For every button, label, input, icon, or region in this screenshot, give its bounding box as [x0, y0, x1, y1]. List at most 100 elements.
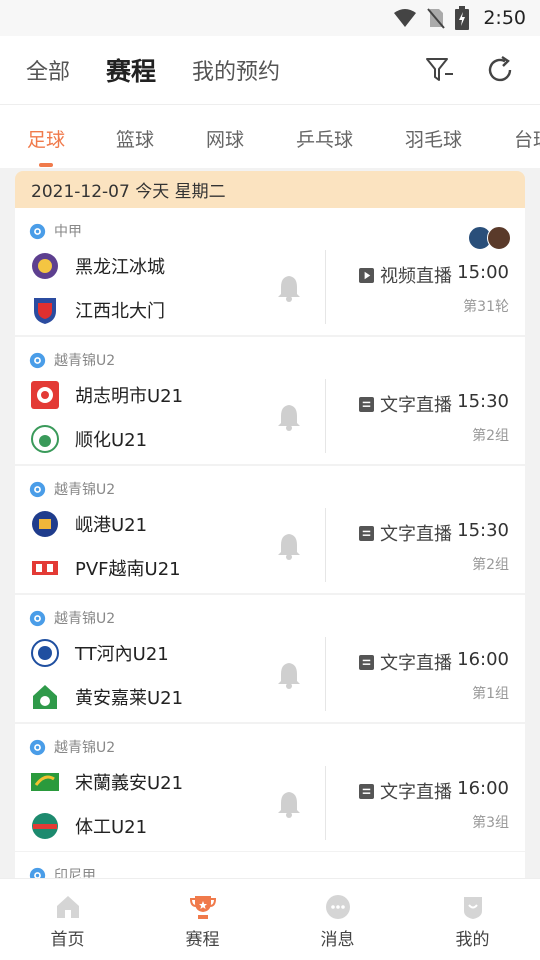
- round-label: 第31轮: [463, 299, 509, 315]
- bottom-nav: 首页 赛程 消息 我的: [0, 878, 540, 960]
- kickoff-time: 15:30: [457, 391, 509, 412]
- divider: [325, 250, 326, 324]
- bell-icon[interactable]: [277, 532, 301, 560]
- play-icon: [359, 267, 374, 283]
- team-logo: [29, 250, 61, 282]
- away-team: 黄安嘉莱U21: [29, 681, 183, 713]
- tab-table-tennis[interactable]: 乒乓球: [296, 125, 353, 152]
- bell-icon[interactable]: [277, 403, 301, 431]
- team-name: 岘港U21: [75, 515, 148, 536]
- nav-messages[interactable]: 消息: [270, 879, 405, 960]
- nav-profile[interactable]: 我的: [405, 879, 540, 960]
- football-icon: [29, 610, 46, 626]
- kickoff-time: 15:30: [457, 520, 509, 541]
- round-label: 第3组: [472, 815, 509, 831]
- team-logo: [29, 637, 61, 669]
- tab-tennis[interactable]: 网球: [206, 125, 244, 152]
- team-logo: [29, 552, 61, 584]
- team-name: 宋蘭義安U21: [75, 773, 184, 794]
- message-icon: [325, 895, 350, 919]
- match-card[interactable]: 越青锦U2 胡志明市U21 顺化U21 文字直播 15:30 第2组: [15, 337, 525, 464]
- nav-profile-label: 我的: [455, 930, 490, 950]
- filter-icon: [426, 58, 453, 81]
- kickoff-time: 16:00: [457, 649, 509, 670]
- league-name: 越青锦U2: [54, 611, 116, 627]
- tab-football[interactable]: 足球: [27, 125, 65, 152]
- match-card[interactable]: 越青锦U2 岘港U21 PVF越南U21 文字直播 15:30 第2组: [15, 466, 525, 593]
- bell-icon[interactable]: [277, 274, 301, 302]
- filter-button[interactable]: [424, 54, 456, 86]
- home-team: 黑龙江冰城: [29, 250, 165, 282]
- profile-icon: [463, 897, 482, 919]
- league-name: 越青锦U2: [54, 482, 116, 498]
- team-name: 黑龙江冰城: [75, 257, 165, 278]
- match-card[interactable]: 越青锦U2 宋蘭義安U21 体工U21 文字直播 16:00 第3组: [15, 724, 525, 851]
- live-type-label: 文字直播: [380, 653, 452, 674]
- home-icon: [56, 896, 79, 918]
- live-button[interactable]: 文字直播: [359, 649, 452, 675]
- league-label: 越青锦U2: [29, 350, 115, 370]
- tab-billiards[interactable]: 台球: [514, 125, 540, 152]
- match-card[interactable]: 中甲 黑龙江冰城 江西北大门 视频直播 15:00 第31轮: [15, 208, 525, 335]
- team-logo: [29, 379, 61, 411]
- refresh-button[interactable]: [484, 54, 516, 86]
- live-button[interactable]: 文字直播: [359, 391, 452, 417]
- no-sim-icon: [427, 8, 446, 29]
- team-name: PVF越南U21: [75, 559, 181, 580]
- nav-home[interactable]: 首页: [0, 879, 135, 960]
- team-logo: [29, 294, 61, 326]
- team-name: TT河內U21: [75, 644, 169, 665]
- live-type-label: 视频直播: [380, 266, 452, 287]
- tab-basketball[interactable]: 篮球: [116, 125, 154, 152]
- team-name: 顺化U21: [75, 430, 148, 451]
- match-card[interactable]: 越青锦U2 TT河內U21 黄安嘉莱U21 文字直播 16:00 第1组: [15, 595, 525, 722]
- live-type-label: 文字直播: [380, 524, 452, 545]
- live-type-label: 文字直播: [380, 782, 452, 803]
- team-logo: [29, 681, 61, 713]
- text-live-icon: [359, 525, 374, 541]
- date-header: 2021-12-07 今天 星期二: [15, 171, 525, 208]
- divider: [325, 766, 326, 840]
- text-live-icon: [359, 396, 374, 412]
- tab-my-reservations[interactable]: 我的预约: [192, 54, 280, 86]
- team-name: 江西北大门: [75, 301, 165, 322]
- divider: [325, 637, 326, 711]
- home-team: 岘港U21: [29, 508, 147, 540]
- live-button[interactable]: 文字直播: [359, 778, 452, 804]
- league-name: 中甲: [54, 224, 82, 240]
- football-icon: [29, 223, 46, 239]
- tab-all[interactable]: 全部: [26, 54, 70, 86]
- away-team: 江西北大门: [29, 294, 165, 326]
- nav-home-label: 首页: [50, 930, 85, 950]
- active-tab-indicator: [39, 163, 53, 167]
- team-name: 体工U21: [75, 817, 148, 838]
- round-label: 第2组: [472, 428, 509, 444]
- tab-badminton[interactable]: 羽毛球: [405, 125, 462, 152]
- league-label: 越青锦U2: [29, 737, 115, 757]
- kickoff-time: 15:00: [457, 262, 509, 283]
- league-label: 越青锦U2: [29, 479, 115, 499]
- home-team: TT河內U21: [29, 637, 169, 669]
- streamer-avatars: [468, 226, 511, 250]
- bell-icon[interactable]: [277, 661, 301, 689]
- team-logo: [29, 766, 61, 798]
- tab-schedule[interactable]: 赛程: [106, 52, 156, 88]
- nav-messages-label: 消息: [320, 930, 355, 950]
- text-live-icon: [359, 783, 374, 799]
- league-name: 越青锦U2: [54, 740, 116, 756]
- bell-icon[interactable]: [277, 790, 301, 818]
- football-icon: [29, 739, 46, 755]
- divider: [325, 508, 326, 582]
- round-label: 第1组: [472, 686, 509, 702]
- league-name: 越青锦U2: [54, 353, 116, 369]
- live-button[interactable]: 视频直播: [359, 262, 452, 288]
- away-team: 体工U21: [29, 810, 147, 842]
- league-label: 越青锦U2: [29, 608, 115, 628]
- sport-tabs: 足球 篮球 网球 乒乓球 羽毛球 台球: [0, 104, 540, 168]
- trophy-icon: [189, 896, 216, 919]
- team-logo: [29, 508, 61, 540]
- team-logo: [29, 810, 61, 842]
- live-button[interactable]: 文字直播: [359, 520, 452, 546]
- nav-schedule[interactable]: 赛程: [135, 879, 270, 960]
- wifi-icon: [394, 9, 417, 27]
